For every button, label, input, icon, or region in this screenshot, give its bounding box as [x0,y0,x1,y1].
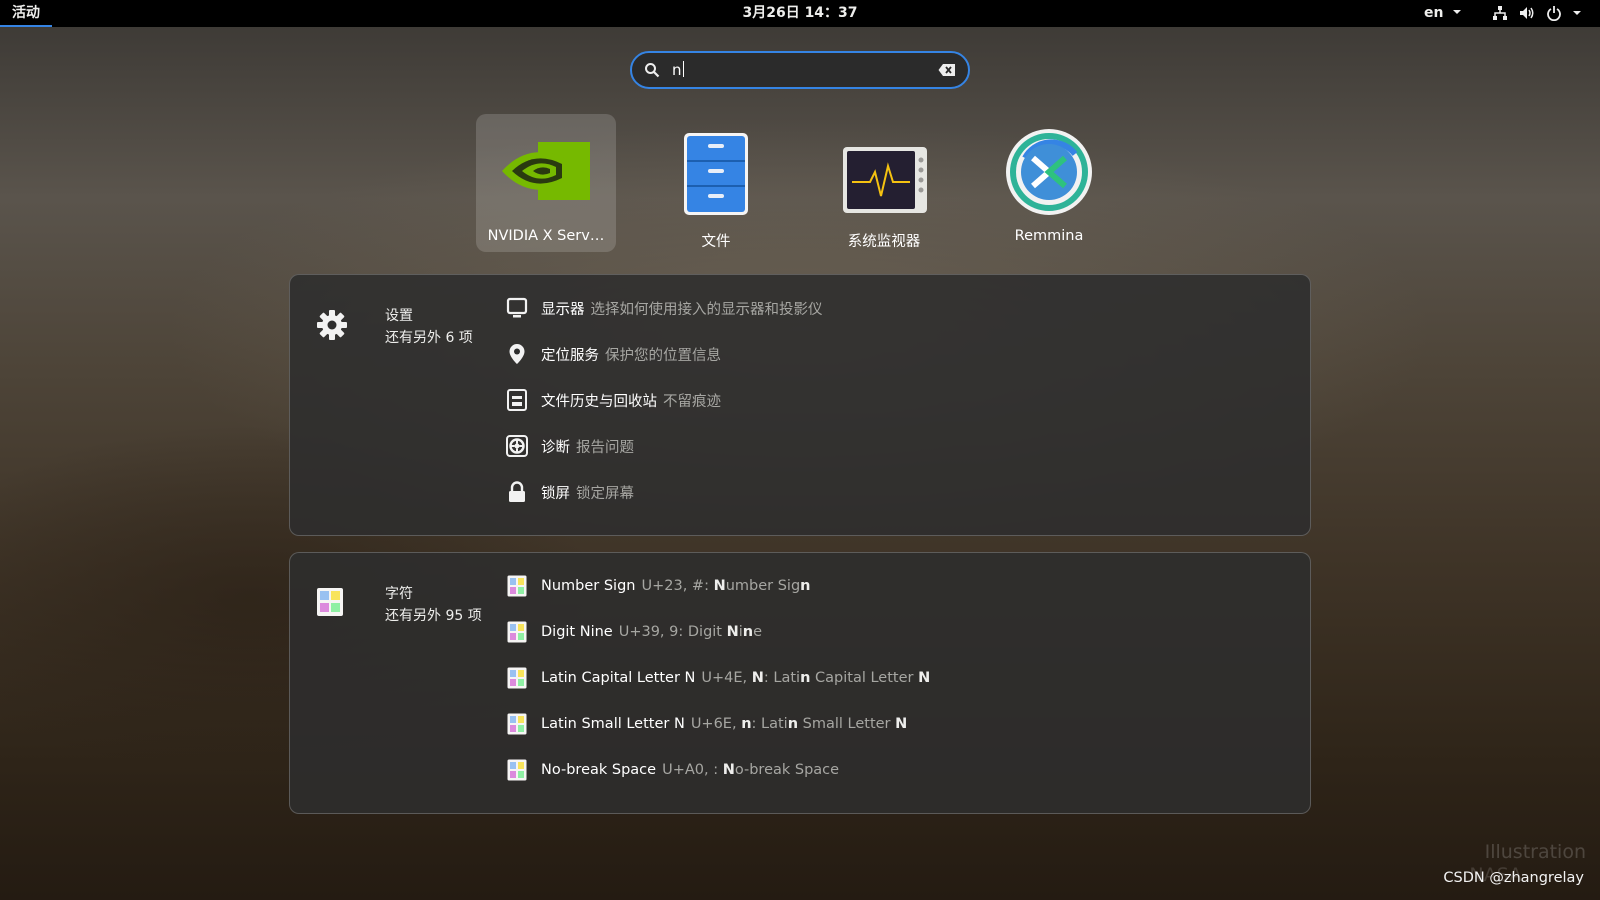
search-text: n [672,61,682,79]
characters-app-icon [507,713,527,735]
app-label: 系统监视器 [847,234,921,250]
display-icon [506,297,528,318]
network-icon [1493,6,1507,20]
result-description: U+39, 9: Digit Nine [618,624,763,640]
search-field[interactable]: n [630,51,970,89]
result-lock-screen[interactable]: 锁屏 锁定屏幕 [505,477,634,507]
wallpaper-watermark: Illustration [1484,841,1586,863]
clock: 3月26日 14：37 [0,0,1600,27]
result-title: 锁屏 [541,485,570,502]
result-description: 选择如何使用接入的显示器和投影仪 [590,301,823,318]
location-pin-icon [509,344,525,364]
provider-more-count: 还有另外 6 项 [385,330,473,346]
language-label: en [1424,5,1444,21]
characters-app-icon [507,667,527,689]
search-icon [645,63,660,78]
result-display[interactable]: 显示器 选择如何使用接入的显示器和投影仪 [505,293,823,323]
result-title: 文件历史与回收站 [541,393,657,410]
character-result[interactable]: Latin Capital Letter N U+4E, N: Latin Cap… [505,663,930,693]
characters-app-icon [507,621,527,643]
character-result[interactable]: No-break Space U+A0, : No-break Space [505,755,839,785]
system-monitor-icon [843,147,927,213]
settings-results-panel: 设置 还有另外 6 项 显示器 选择如何使用接入的显示器和投影仪 定位服务 保护… [289,274,1311,536]
result-description: 不留痕迹 [663,393,721,410]
result-description: U+A0, : No-break Space [662,762,840,778]
result-description: 报告问题 [576,439,634,456]
remmina-icon [1006,129,1092,215]
result-description: 保护您的位置信息 [605,347,721,364]
activities-button[interactable]: 活动 [0,0,52,27]
app-files[interactable]: 文件 [646,114,786,252]
characters-results-panel: 字符 还有另外 95 项 Number Sign U+23, #: Number … [289,552,1311,814]
result-title: 定位服务 [541,347,599,364]
result-description: U+4E, N: Latin Capital Letter N [701,670,931,686]
nvidia-icon [502,142,590,200]
chevron-down-icon [1453,10,1462,14]
result-description: U+6E, n: Latin Small Letter N [690,716,908,732]
volume-icon [1520,7,1534,19]
characters-app-icon [507,575,527,597]
file-cabinet-icon [684,133,748,215]
provider-name: 设置 [385,308,413,324]
power-icon [1547,6,1561,21]
result-title: Latin Small Letter N [541,716,685,732]
app-label: NVIDIA X Serv… [487,228,605,244]
clear-icon[interactable] [938,63,956,77]
character-result[interactable]: Digit Nine U+39, 9: Digit Nine [505,617,762,647]
chevron-down-icon [1573,11,1581,15]
result-description: 锁定屏幕 [576,485,634,502]
lifebuoy-icon [506,435,528,457]
provider-more-count: 还有另外 95 项 [385,608,482,624]
text-caret [682,61,684,77]
clock-label[interactable]: 3月26日 14：37 [742,5,857,21]
character-result[interactable]: Number Sign U+23, #: Number Sign [505,571,810,601]
csdn-credit: CSDN @zhangrelay [1443,870,1584,886]
lock-icon [509,481,525,502]
app-label: 文件 [701,234,731,250]
app-system-monitor[interactable]: 系统监视器 [814,114,954,252]
search-input[interactable]: n [672,61,684,79]
language-indicator[interactable]: en [1424,0,1462,27]
result-title: Digit Nine [541,624,613,640]
top-bar: 活动 3月26日 14：37 en [0,0,1600,27]
result-title: No-break Space [541,762,657,778]
characters-app-icon [507,759,527,781]
file-history-icon [507,389,527,411]
app-nvidia-settings[interactable]: NVIDIA X Serv… [476,114,616,252]
result-title: 显示器 [541,301,585,318]
result-title: Latin Capital Letter N [541,670,696,686]
app-label: Remmina [1014,228,1084,244]
provider-name: 字符 [385,586,413,602]
result-diagnostics[interactable]: 诊断 报告问题 [505,431,634,461]
gear-icon [317,310,347,340]
character-result[interactable]: Latin Small Letter N U+6E, n: Latin Small… [505,709,907,739]
result-file-history[interactable]: 文件历史与回收站 不留痕迹 [505,385,721,415]
result-description: U+23, #: Number Sign [641,578,811,594]
result-title: Number Sign [541,578,636,594]
result-title: 诊断 [541,439,570,456]
characters-app-icon [317,588,343,616]
app-remmina[interactable]: Remmina [979,114,1119,252]
result-location-services[interactable]: 定位服务 保护您的位置信息 [505,339,721,369]
system-tray[interactable] [1492,5,1582,21]
